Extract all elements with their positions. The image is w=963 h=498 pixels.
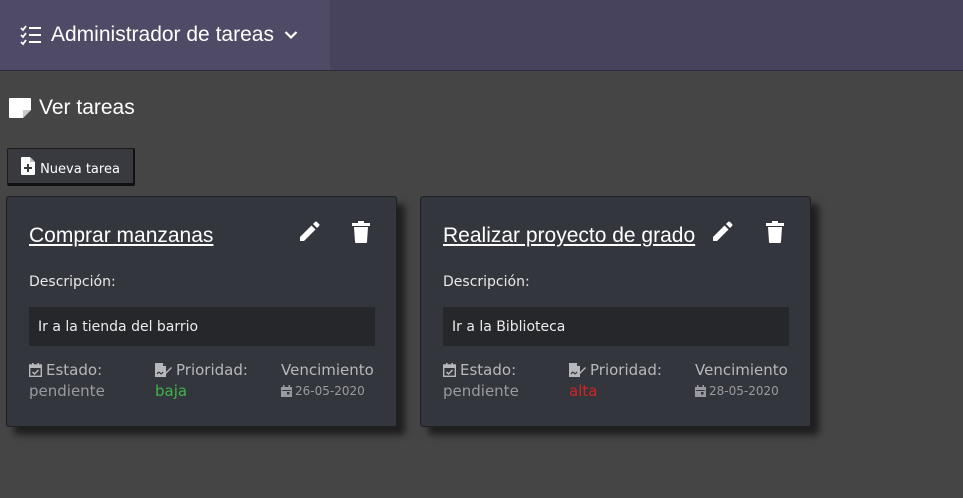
due-section: Vencimiento 26-05-2020 xyxy=(281,361,374,398)
description-label: Descripción: xyxy=(29,274,116,290)
file-signature-icon xyxy=(569,363,590,377)
task-card: Comprar manzanas Descripción: Ir a la ti… xyxy=(6,196,397,427)
task-title-link[interactable]: Comprar manzanas xyxy=(29,224,213,248)
trash-icon[interactable] xyxy=(766,221,784,248)
description-text: Ir a la tienda del barrio xyxy=(38,318,199,335)
status-section: Estado: pendiente xyxy=(29,361,105,400)
calendar-icon xyxy=(281,385,295,397)
priority-section: Prioridad: baja xyxy=(155,361,248,400)
calendar-icon xyxy=(695,385,709,397)
app-menu-dropdown[interactable]: Administrador de tareas xyxy=(0,0,330,70)
file-plus-icon xyxy=(21,157,36,175)
calendar-check-icon xyxy=(29,363,46,377)
task-list-icon xyxy=(20,24,42,46)
due-label: Vencimiento xyxy=(281,361,374,379)
edit-pencil-icon[interactable] xyxy=(711,221,733,248)
task-card: Realizar proyecto de grado Descripción: … xyxy=(420,196,811,427)
due-date: 26-05-2020 xyxy=(295,384,365,398)
priority-section: Prioridad: alta xyxy=(569,361,662,400)
new-task-button[interactable]: Nueva tarea xyxy=(7,148,135,186)
priority-value: baja xyxy=(155,382,188,400)
trash-icon[interactable] xyxy=(352,221,370,248)
page-title: Ver tareas xyxy=(9,96,135,120)
chevron-down-icon xyxy=(284,30,298,40)
file-signature-icon xyxy=(155,363,176,377)
status-value: pendiente xyxy=(443,382,519,400)
priority-label: Prioridad: xyxy=(176,361,248,379)
description-box: Ir a la Biblioteca xyxy=(443,307,789,346)
note-icon xyxy=(9,98,31,118)
status-value: pendiente xyxy=(29,382,105,400)
priority-label: Prioridad: xyxy=(590,361,662,379)
status-label: Estado: xyxy=(46,361,103,379)
app-title: Administrador de tareas xyxy=(51,23,274,46)
new-task-label: Nueva tarea xyxy=(40,161,120,177)
description-box: Ir a la tienda del barrio xyxy=(29,307,375,346)
due-date: 28-05-2020 xyxy=(709,384,779,398)
status-label: Estado: xyxy=(460,361,517,379)
page-title-text: Ver tareas xyxy=(39,96,135,119)
status-section: Estado: pendiente xyxy=(443,361,519,400)
edit-pencil-icon[interactable] xyxy=(298,221,320,248)
description-text: Ir a la Biblioteca xyxy=(452,318,566,335)
top-navbar: Administrador de tareas xyxy=(0,0,963,71)
priority-value: alta xyxy=(569,382,598,400)
task-title-link[interactable]: Realizar proyecto de grado xyxy=(443,224,695,248)
due-section: Vencimiento 28-05-2020 xyxy=(695,361,788,398)
description-label: Descripción: xyxy=(443,274,530,290)
calendar-check-icon xyxy=(443,363,460,377)
due-label: Vencimiento xyxy=(695,361,788,379)
